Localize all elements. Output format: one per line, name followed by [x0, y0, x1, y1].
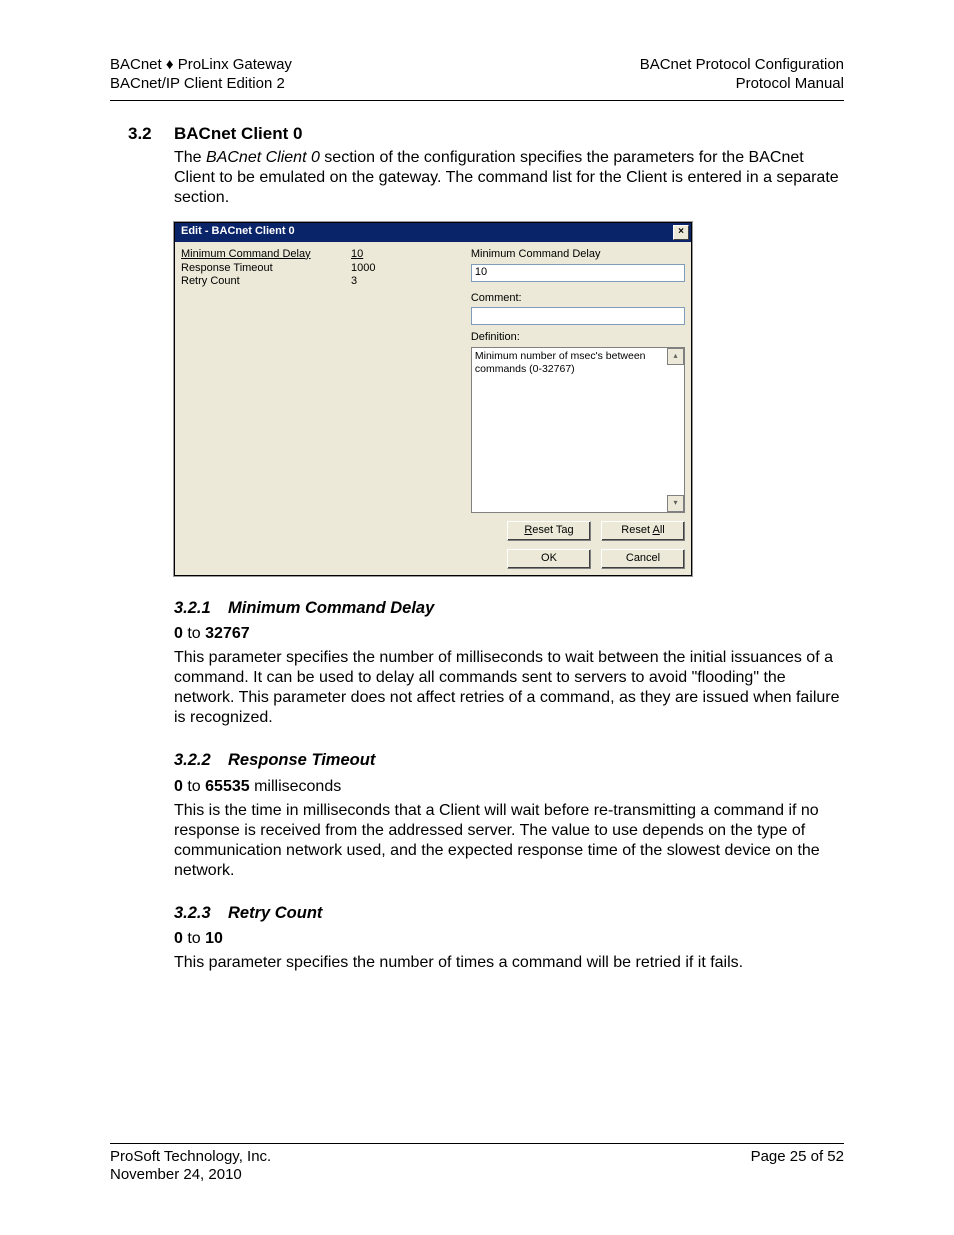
- definition-text: Minimum number of msec's between command…: [475, 350, 646, 375]
- page-footer: ProSoft Technology, Inc. November 24, 20…: [110, 1143, 844, 1186]
- reset-button-row: Reset Tag Reset All: [471, 521, 685, 541]
- section-title: BACnet Client 0: [174, 123, 302, 144]
- subsection-heading: 3.2.2 Response Timeout: [174, 750, 844, 771]
- section-heading: 3.2 BACnet Client 0: [128, 123, 844, 144]
- reset-tag-tail: eset Tag: [532, 524, 573, 536]
- scroll-down-icon[interactable]: ▾: [667, 495, 684, 512]
- subsection-title: Retry Count: [228, 903, 322, 924]
- range-to: 10: [205, 930, 223, 947]
- close-icon[interactable]: ×: [673, 225, 689, 240]
- range-to: 32767: [205, 625, 250, 642]
- footer-page-number: Page 25 of 52: [751, 1148, 844, 1165]
- footer-rule: [110, 1143, 844, 1144]
- range-from: 0: [174, 930, 183, 947]
- range-from: 0: [174, 778, 183, 795]
- header-gateway: ProLinx Gateway: [178, 56, 292, 73]
- range-line: 0 to 65535 milliseconds: [174, 777, 844, 797]
- param-key: Minimum Command Delay: [181, 248, 351, 262]
- subsection-body: This is the time in milliseconds that a …: [174, 801, 844, 881]
- section-content: The BACnet Client 0 section of the confi…: [174, 148, 844, 974]
- param-value: 10: [351, 248, 363, 262]
- subsection-body: This parameter specifies the number of t…: [174, 953, 844, 973]
- header-left: BACnet ♦ ProLinx Gateway BACnet/IP Clien…: [110, 56, 292, 94]
- dialog-detail-pane: Minimum Command Delay 10 Comment: Defini…: [471, 248, 685, 569]
- config-dialog: Edit - BACnet Client 0 × Minimum Command…: [174, 222, 692, 576]
- subsection-body: This parameter specifies the number of m…: [174, 648, 844, 728]
- subsection-heading: 3.2.1 Minimum Command Delay: [174, 598, 844, 619]
- range-from: 0: [174, 625, 183, 642]
- header-edition: BACnet/IP Client Edition 2: [110, 75, 292, 94]
- header-product-line: BACnet ♦ ProLinx Gateway: [110, 56, 292, 75]
- range-line: 0 to 10: [174, 929, 844, 949]
- footer-right: Page 25 of 52: [751, 1148, 844, 1186]
- header-right: BACnet Protocol Configuration Protocol M…: [640, 56, 844, 94]
- subsection-number: 3.2.1: [174, 598, 228, 619]
- scroll-up-icon[interactable]: ▴: [667, 348, 684, 365]
- intro-paragraph: The BACnet Client 0 section of the confi…: [174, 148, 844, 208]
- footer-date: November 24, 2010: [110, 1166, 271, 1185]
- footer-content: ProSoft Technology, Inc. November 24, 20…: [110, 1148, 844, 1186]
- definition-label: Definition:: [471, 331, 685, 345]
- footer-left: ProSoft Technology, Inc. November 24, 20…: [110, 1148, 271, 1186]
- param-row-retry-count[interactable]: Retry Count 3: [181, 275, 465, 289]
- subsection-title: Response Timeout: [228, 750, 375, 771]
- param-key: Response Timeout: [181, 262, 351, 276]
- range-tail: milliseconds: [250, 778, 342, 795]
- comment-label: Comment:: [471, 292, 685, 306]
- definition-textarea[interactable]: Minimum number of msec's between command…: [471, 347, 685, 513]
- comment-input[interactable]: [471, 307, 685, 325]
- reset-all-button[interactable]: Reset All: [601, 521, 685, 541]
- range-to: 65535: [205, 778, 250, 795]
- header-product: BACnet: [110, 56, 162, 73]
- dialog-title: Edit - BACnet Client 0: [181, 225, 295, 239]
- subsection-heading: 3.2.3 Retry Count: [174, 903, 844, 924]
- section-number: 3.2: [128, 123, 174, 144]
- param-row-response-timeout[interactable]: Response Timeout 1000: [181, 262, 465, 276]
- param-key: Retry Count: [181, 275, 351, 289]
- range-mid: to: [183, 778, 205, 795]
- cancel-button[interactable]: Cancel: [601, 549, 685, 569]
- value-input[interactable]: 10: [471, 264, 685, 282]
- header-doc-section: BACnet Protocol Configuration: [640, 56, 844, 75]
- subsection-number: 3.2.2: [174, 750, 228, 771]
- dialog-body: Minimum Command Delay 10 Response Timeou…: [175, 242, 691, 575]
- subsection-title: Minimum Command Delay: [228, 598, 434, 619]
- param-value: 1000: [351, 262, 375, 276]
- dialog-titlebar[interactable]: Edit - BACnet Client 0 ×: [175, 223, 691, 242]
- detail-param-label: Minimum Command Delay: [471, 248, 685, 262]
- param-row-minimum-command-delay[interactable]: Minimum Command Delay 10: [181, 248, 465, 262]
- header-doc-type: Protocol Manual: [640, 75, 844, 94]
- range-mid: to: [183, 930, 205, 947]
- intro-text-a: The: [174, 149, 206, 166]
- param-value: 3: [351, 275, 357, 289]
- intro-italic: BACnet Client 0: [206, 149, 320, 166]
- ok-button[interactable]: OK: [507, 549, 591, 569]
- page-header: BACnet ♦ ProLinx Gateway BACnet/IP Clien…: [110, 56, 844, 101]
- range-line: 0 to 32767: [174, 624, 844, 644]
- footer-company: ProSoft Technology, Inc.: [110, 1148, 271, 1167]
- dialog-parameter-list[interactable]: Minimum Command Delay 10 Response Timeou…: [181, 248, 465, 569]
- subsection-number: 3.2.3: [174, 903, 228, 924]
- document-page: BACnet ♦ ProLinx Gateway BACnet/IP Clien…: [0, 0, 954, 1235]
- reset-tag-button[interactable]: Reset Tag: [507, 521, 591, 541]
- ok-cancel-row: OK Cancel: [471, 549, 685, 569]
- header-separator: ♦: [162, 56, 178, 73]
- range-mid: to: [183, 625, 205, 642]
